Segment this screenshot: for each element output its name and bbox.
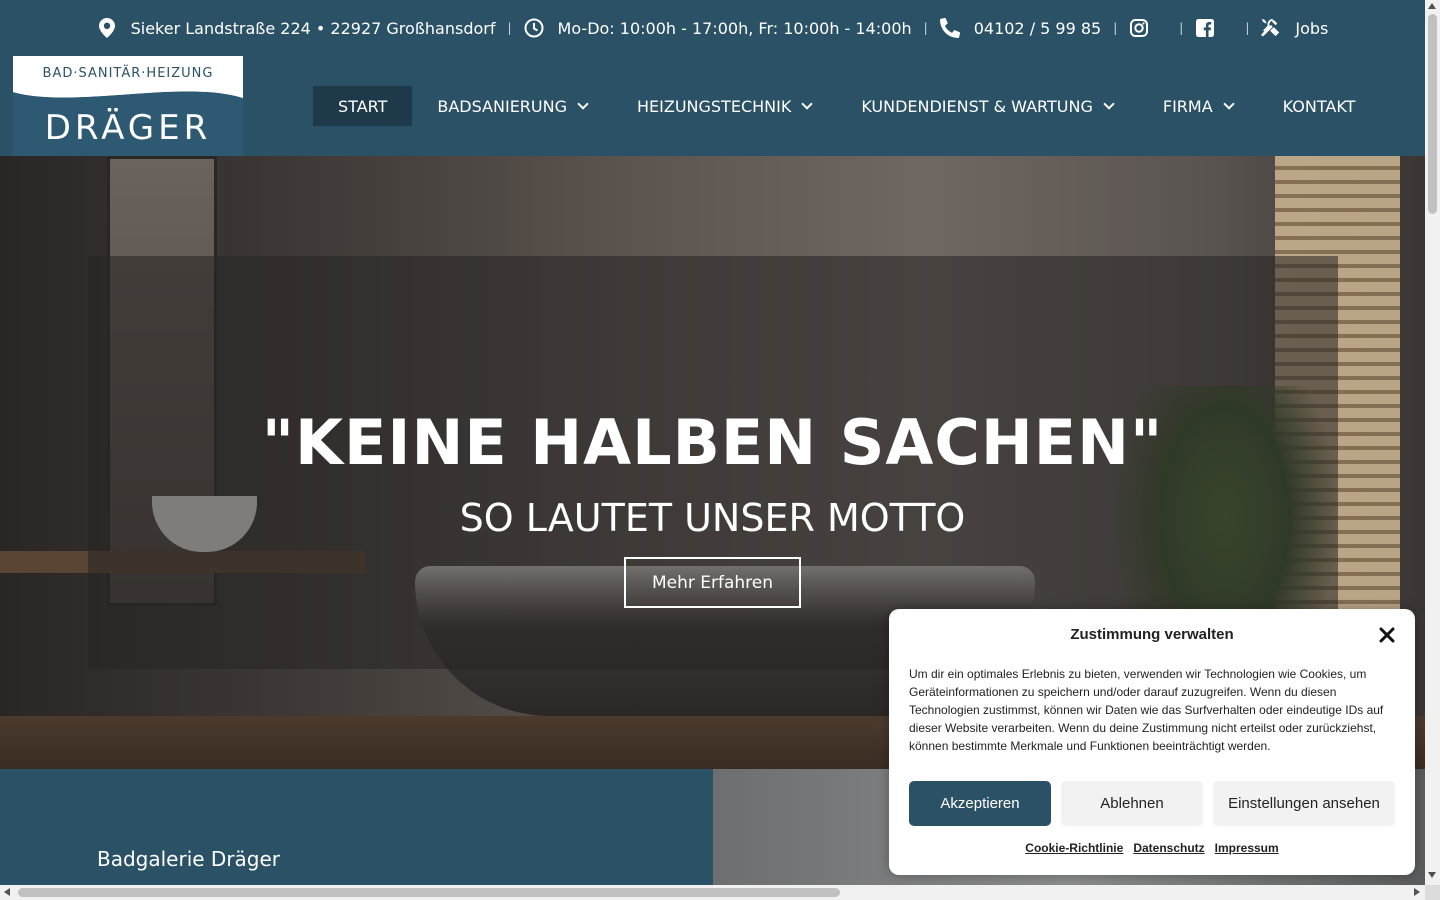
vertical-scroll-thumb[interactable] (1428, 14, 1437, 214)
phone-item[interactable]: 04102 / 5 99 85 (928, 18, 1114, 38)
top-info-bar: Sieker Landstraße 224 • 22927 Großhansdo… (0, 0, 1425, 56)
badgalerie-section: Badgalerie Dräger (0, 769, 713, 885)
nav-item-kundendienst[interactable]: KUNDENDIENST & WARTUNG (836, 86, 1138, 126)
accept-button[interactable]: Akzeptieren (909, 781, 1051, 826)
chevron-down-icon (1103, 98, 1115, 110)
scroll-left-arrow-icon[interactable] (4, 888, 10, 896)
close-icon[interactable] (1376, 624, 1398, 646)
scroll-down-arrow-icon[interactable] (1428, 872, 1436, 878)
instagram-icon (1129, 18, 1149, 38)
mehr-erfahren-button[interactable]: Mehr Erfahren (624, 557, 801, 608)
facebook-icon (1195, 18, 1215, 38)
jobs-link[interactable]: Jobs (1249, 18, 1340, 38)
nav-item-start[interactable]: START (313, 86, 413, 126)
hero-title: "KEINE HALBEN SACHEN" (261, 406, 1164, 479)
cookie-title: Zustimmung verwalten (1070, 626, 1234, 643)
nav-item-badsanierung[interactable]: BADSANIERUNG (412, 86, 612, 126)
nav-label: FIRMA (1162, 96, 1213, 116)
chevron-down-icon (801, 98, 813, 110)
section-title: Badgalerie Dräger (97, 847, 281, 871)
main-nav: START BADSANIERUNG HEIZUNGSTECHNIK KUNDE… (313, 86, 1380, 126)
hours-item: Mo-Do: 10:00h - 17:00h, Fr: 10:00h - 14:… (512, 18, 924, 38)
nav-item-heizungstechnik[interactable]: HEIZUNGSTECHNIK (612, 86, 836, 126)
hours-text: Mo-Do: 10:00h - 17:00h, Fr: 10:00h - 14:… (557, 18, 912, 38)
phone-icon (939, 18, 960, 38)
logo-tagline: BAD·SANITÄR·HEIZUNG (42, 66, 214, 81)
view-settings-button[interactable]: Einstellungen ansehen (1213, 781, 1395, 826)
nav-label: KUNDENDIENST & WARTUNG (861, 96, 1093, 116)
address-text: Sieker Landstraße 224 • 22927 Großhansdo… (130, 18, 496, 38)
logo-name: DRÄGER (44, 108, 212, 148)
address-item[interactable]: Sieker Landstraße 224 • 22927 Großhansdo… (85, 18, 508, 38)
scroll-right-arrow-icon[interactable] (1414, 888, 1420, 896)
deny-button[interactable]: Ablehnen (1061, 781, 1203, 826)
horizontal-scroll-thumb[interactable] (18, 888, 840, 897)
imprint-link[interactable]: Impressum (1215, 841, 1279, 855)
nav-item-firma[interactable]: FIRMA (1138, 86, 1258, 126)
jobs-text: Jobs (1295, 18, 1329, 38)
cookie-consent-dialog: Zustimmung verwalten Um dir ein optimale… (889, 609, 1415, 875)
cookie-policy-link[interactable]: Cookie-Richtlinie (1025, 841, 1123, 855)
instagram-link[interactable] (1117, 18, 1179, 38)
privacy-link[interactable]: Datenschutz (1133, 841, 1204, 855)
vertical-scrollbar[interactable] (1425, 0, 1440, 885)
nav-label: KONTAKT (1282, 96, 1356, 116)
nav-label: BADSANIERUNG (437, 96, 567, 116)
cookie-description: Um dir ein optimales Erlebnis zu bieten,… (909, 667, 1384, 753)
scrollbar-corner (1425, 885, 1440, 900)
map-pin-icon (97, 18, 117, 38)
tools-icon (1261, 18, 1281, 38)
site-header: BAD·SANITÄR·HEIZUNG DRÄGER START BADSANI… (0, 56, 1425, 156)
facebook-link[interactable] (1183, 18, 1245, 38)
hero-subtitle: SO LAUTET UNSER MOTTO (459, 496, 966, 540)
cookie-links: Cookie-Richtlinie Datenschutz Impressum (889, 841, 1415, 855)
nav-label: HEIZUNGSTECHNIK (637, 96, 792, 116)
nav-item-kontakt[interactable]: KONTAKT (1258, 86, 1381, 126)
chevron-down-icon (1222, 98, 1235, 110)
nav-label: START (338, 96, 388, 116)
horizontal-scrollbar[interactable] (0, 885, 1425, 900)
phone-text: 04102 / 5 99 85 (973, 18, 1102, 38)
scroll-up-arrow-icon[interactable] (1428, 3, 1436, 9)
clock-icon (524, 18, 544, 38)
cookie-buttons: Akzeptieren Ablehnen Einstellungen anseh… (909, 781, 1395, 826)
logo[interactable]: BAD·SANITÄR·HEIZUNG DRÄGER (13, 56, 243, 156)
chevron-down-icon (577, 98, 589, 110)
